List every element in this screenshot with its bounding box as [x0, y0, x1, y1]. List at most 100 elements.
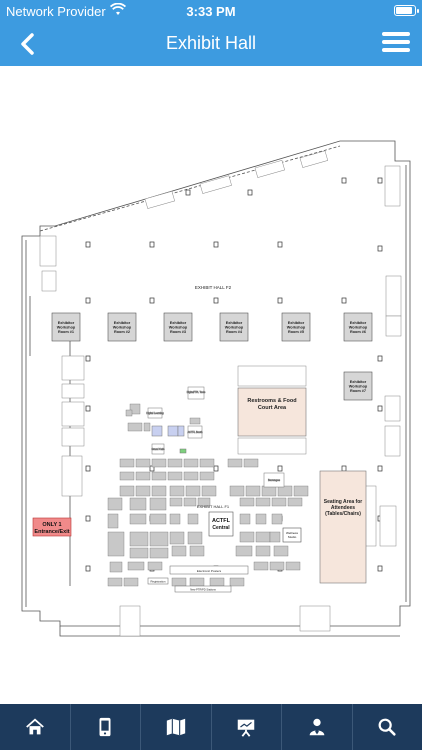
menu-button[interactable]	[382, 32, 410, 56]
booth	[255, 513, 267, 525]
booth	[253, 561, 269, 571]
workshop-rooms: ExhibitorWorkshopRoom #1ExhibitorWorksho…	[51, 312, 373, 401]
booth	[255, 497, 271, 507]
booth	[171, 577, 187, 587]
page-title: Exhibit Hall	[165, 33, 257, 53]
tab-map[interactable]	[141, 704, 212, 750]
booth	[255, 545, 271, 557]
booth	[119, 458, 135, 468]
wellness-label-line2: Studio	[288, 535, 297, 539]
booth	[127, 561, 145, 571]
booth	[167, 458, 183, 468]
booth	[129, 497, 147, 511]
workshop-label: Exhibitor	[58, 321, 75, 325]
booth	[125, 409, 133, 417]
booth	[229, 485, 245, 497]
workshop-label: Exhibitor	[170, 321, 187, 325]
workshop-label: Room #6	[350, 330, 366, 334]
tab-home[interactable]	[0, 704, 71, 750]
booth	[189, 417, 201, 425]
workshop-label: Room #7	[350, 389, 366, 393]
entrance-label-line1: ONLY 1	[42, 522, 61, 528]
column-marker	[277, 297, 283, 304]
column-marker	[85, 355, 91, 362]
booth	[269, 561, 285, 571]
booth	[293, 485, 309, 497]
booth	[147, 561, 163, 571]
column-marker	[185, 189, 191, 196]
booth	[271, 497, 287, 507]
booth	[227, 458, 243, 468]
floor-map[interactable]: EXHIBIT HALL F2 Exhibitor Workshop Room #1…	[0, 66, 422, 704]
tab-presentations[interactable]	[212, 704, 282, 750]
workshop-room-4[interactable]: ExhibitorWorkshopRoom #4	[219, 312, 249, 342]
tab-search[interactable]	[353, 704, 422, 750]
digital-learning-label: Digital Learning	[146, 412, 164, 415]
navigation-bar: Exhibit Hall	[0, 22, 422, 66]
wellness-studio[interactable]: Wellness Studio	[282, 527, 302, 543]
workshop-label: Exhibitor	[350, 321, 367, 325]
workshop-room-7[interactable]: ExhibitorWorkshopRoom #7	[343, 371, 373, 401]
booth	[129, 547, 149, 559]
workshop-room-3[interactable]: ExhibitorWorkshopRoom #3	[163, 312, 193, 342]
column-marker	[377, 355, 383, 362]
tab-mobile[interactable]	[71, 704, 141, 750]
hamburger-menu-icon	[382, 32, 410, 52]
registration-label: Registration	[151, 580, 166, 584]
booth	[199, 471, 215, 481]
grand-cafe-label: Grand Cafe	[152, 448, 166, 451]
workshop-label: Exhibitor	[350, 380, 367, 384]
workshop-room-6[interactable]: ExhibitorWorkshopRoom #6	[343, 312, 373, 342]
status-bar: Network Provider 3:33 PM	[0, 0, 422, 22]
column-marker	[149, 297, 155, 304]
restrooms-label-line2: Court Area	[258, 405, 287, 411]
battery-fill	[396, 7, 413, 14]
column-marker	[149, 241, 155, 248]
workshop-label: Room #1	[58, 330, 74, 334]
workshop-label: Workshop	[287, 326, 306, 330]
booth	[185, 485, 201, 497]
tab-attendees[interactable]	[282, 704, 353, 750]
booth	[189, 545, 205, 557]
column-marker	[85, 515, 91, 522]
booth	[189, 577, 205, 587]
booth	[273, 545, 289, 557]
booth	[201, 485, 217, 497]
booth	[107, 497, 123, 511]
battery-icon	[394, 5, 419, 16]
column-marker	[341, 177, 347, 184]
booth	[107, 577, 123, 587]
workshop-room-2[interactable]: ExhibitorWorkshopRoom #2	[107, 312, 137, 342]
booth	[269, 531, 281, 543]
actfl-central[interactable]: ACTFL Central	[208, 511, 234, 537]
booth	[183, 471, 199, 481]
home-icon	[25, 718, 44, 735]
actfl-label-line2: Central	[212, 525, 230, 531]
actfl-label-line1: ACTFL	[212, 518, 231, 524]
booth	[135, 485, 151, 497]
workshop-label: Exhibitor	[114, 321, 131, 325]
booth	[143, 422, 151, 432]
booth	[171, 545, 187, 557]
column-marker	[377, 465, 383, 472]
column-marker	[213, 241, 219, 248]
booth	[149, 531, 169, 547]
column-marker	[85, 297, 91, 304]
seating-area[interactable]: Seating Area for Attendees (Tables/Chair…	[319, 470, 367, 584]
workshop-room-5[interactable]: ExhibitorWorkshopRoom #5	[281, 312, 311, 342]
booth	[129, 513, 147, 525]
booth	[169, 497, 183, 507]
booth	[271, 513, 283, 525]
workshop-room-1[interactable]: ExhibitorWorkshopRoom #1	[51, 312, 81, 342]
booth	[187, 513, 199, 525]
registration: Registration	[147, 577, 169, 585]
new-ptr-label: New PTR/PD Stations	[190, 588, 216, 592]
entrance-exit[interactable]: ONLY 1 Entrance/Exit	[32, 517, 72, 537]
column-marker	[85, 241, 91, 248]
booth	[183, 458, 199, 468]
workshop-label: Workshop	[225, 326, 244, 330]
booth	[107, 531, 125, 557]
restrooms-food-court[interactable]: Restrooms & Food Court Area	[237, 365, 307, 455]
booth	[149, 547, 169, 559]
booth	[151, 458, 167, 468]
